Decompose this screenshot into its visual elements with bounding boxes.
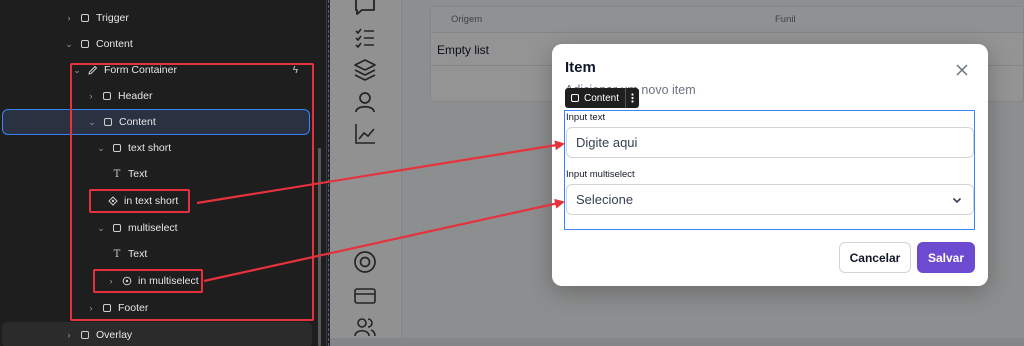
input-text-field[interactable]: Digite aqui [566, 127, 974, 158]
chevron-right-icon[interactable]: › [64, 330, 74, 340]
chevron-right-icon[interactable]: › [64, 13, 74, 23]
tree-item-label: Trigger [96, 12, 129, 24]
more-vertical-icon[interactable] [625, 88, 639, 108]
tree-item-label: Overlay [96, 329, 133, 341]
box-icon [78, 329, 92, 341]
input-multiselect-field[interactable]: Selecione [566, 184, 974, 215]
chevron-down-icon[interactable]: ⌄ [64, 39, 74, 50]
chevron-down-icon[interactable] [951, 194, 963, 206]
layer-tree-panel: › Trigger ⌄ Content ⌄ Form Container ϟ ›… [0, 0, 326, 346]
content-frame: Input text Digite aqui Input multiselect… [564, 110, 975, 230]
input-multiselect-label: Input multiselect [566, 169, 635, 180]
content-selection-chip[interactable]: Content [565, 88, 640, 108]
tree-item-trigger[interactable]: › Trigger [0, 5, 318, 31]
input-text-placeholder: Digite aqui [576, 135, 638, 150]
input-multiselect-placeholder: Selecione [576, 192, 634, 207]
close-icon[interactable] [954, 62, 970, 78]
tree-scrollbar[interactable] [318, 148, 321, 346]
tree-item-content[interactable]: ⌄ Content [0, 31, 318, 57]
panel-divider[interactable] [326, 0, 327, 346]
chip-label: Content [584, 92, 620, 104]
tree-item-label: Content [96, 38, 133, 50]
modal-title: Item [565, 59, 596, 76]
cancel-button[interactable]: Cancelar [839, 242, 911, 273]
box-icon [78, 12, 92, 24]
panel-divider-guide [328, 0, 329, 346]
tree-item-overlay[interactable]: › Overlay [2, 322, 312, 346]
annotation-box-in-multiselect [93, 269, 203, 293]
item-modal: Item Adicionar um novo item Content Inpu… [552, 44, 988, 286]
box-icon [78, 38, 92, 50]
input-text-label: Input text [566, 112, 606, 123]
annotation-box-in-text-short [89, 189, 190, 213]
save-button[interactable]: Salvar [917, 242, 975, 273]
box-icon [571, 94, 579, 102]
